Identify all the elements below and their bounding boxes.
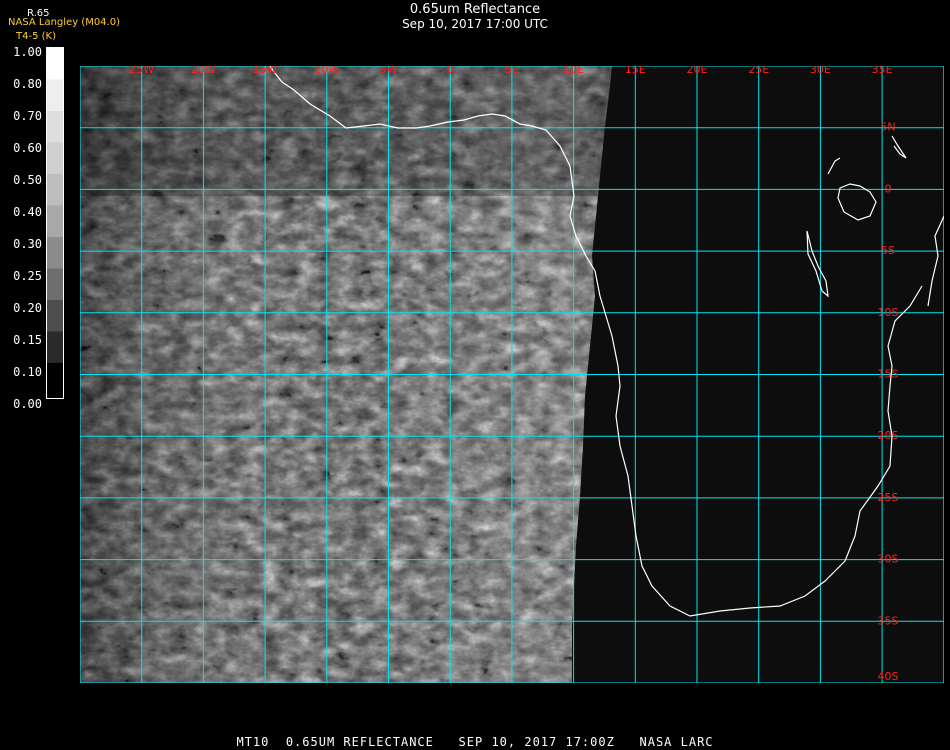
longitude-label: 10W [314,66,339,76]
longitude-label: 20W [191,66,216,76]
image-datetime: Sep 10, 2017 17:00 UTC [402,17,548,31]
colorbar-tick-label: 0.20 [13,301,42,315]
colorbar-tick-label: 0.60 [13,141,42,155]
longitude-label: 30E [810,66,831,76]
longitude-label: 25E [748,66,769,76]
longitude-label: 15E [625,66,646,76]
image-title: 0.65um Reflectance [409,2,541,17]
latitude-label: 5S [881,244,895,257]
longitude-label: 20E [687,66,708,76]
colorbar-tick-label: 0.50 [13,173,42,187]
footer-caption: MT10 0.65UM REFLECTANCE SEP 10, 2017 17:… [236,735,714,749]
algorithm-label: T4-5 (K) [16,31,56,42]
colorbar-tick-label: 0.25 [13,269,42,283]
colorbar-tick-label: 0.10 [13,365,42,379]
colorbar-tick-label: 0.15 [13,333,42,347]
longitude-label: 0 [447,66,454,76]
longitude-label: 10E [563,66,584,76]
satellite-image-frame: 0.65um Reflectance Sep 10, 2017 17:00 UT… [0,0,950,750]
longitude-label: 5E [505,66,519,76]
latitude-label: 35S [878,614,899,627]
provider-label: NASA Langley (M04.0) [8,17,120,28]
colorbar-tick-label: 0.00 [13,397,42,411]
colorbar-tick-label: 0.40 [13,205,42,219]
colorbar-tick-label: 0.70 [13,109,42,123]
colorbar-tick-label: 0.80 [13,77,42,91]
latitude-label: 10S [878,306,899,319]
longitude-label: 5W [380,66,398,76]
colorbar-tick-label: 1.00 [13,45,42,59]
colorbar-tick-label: 0.30 [13,237,42,251]
latitude-label: 20S [878,429,899,442]
latitude-label: 0 [885,182,892,195]
latitude-label: 5N [880,121,895,134]
latitude-label: 25S [878,491,899,504]
latitude-label: 40S [878,670,899,683]
longitude-label: 35E [872,66,893,76]
latitude-label: 30S [878,553,899,566]
colorbar [46,47,64,399]
longitude-label: 15W [253,66,278,76]
latitude-label: 15S [878,368,899,381]
satellite-map: 25W 20W 15W 10W 5W 0 5E 10E 15E 20E 25E 30E 35E 5N 0 5… [80,66,944,683]
longitude-label: 25W [129,66,154,76]
